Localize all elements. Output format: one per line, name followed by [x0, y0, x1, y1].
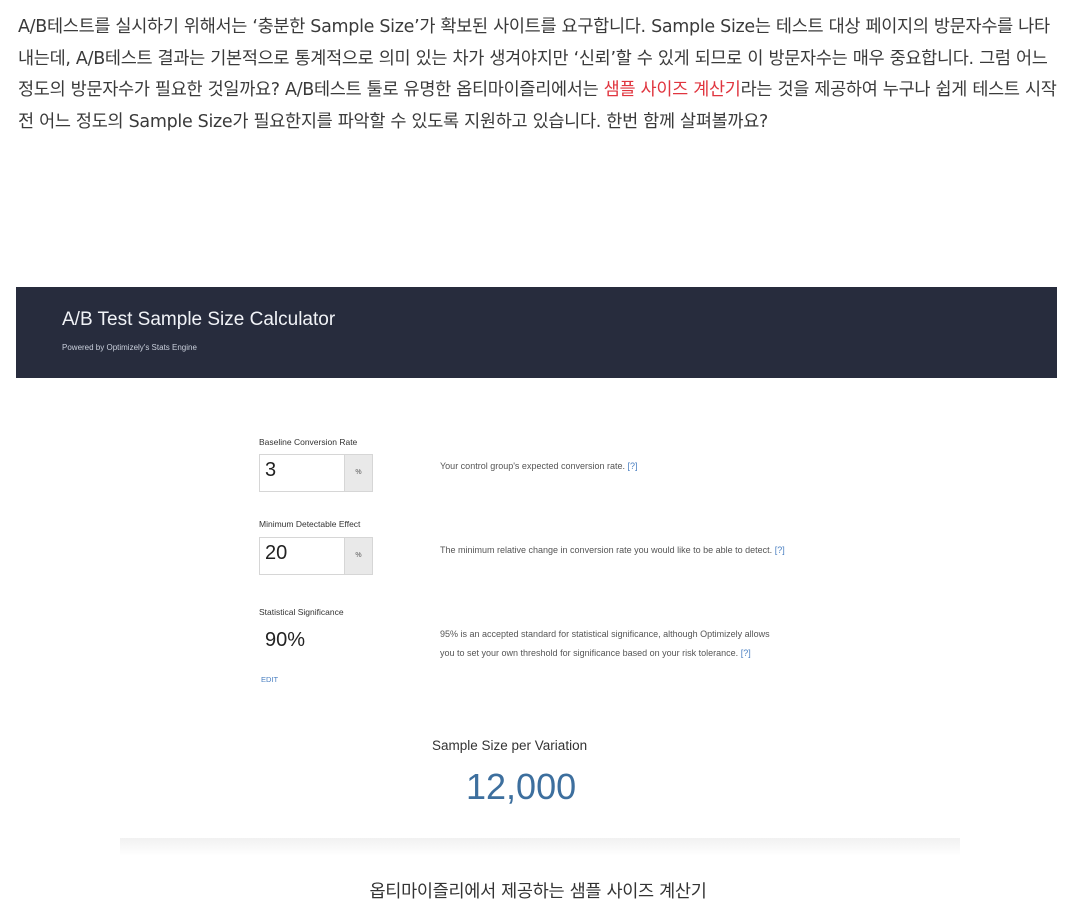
mde-description: The minimum relative change in conversio… — [440, 541, 785, 560]
calculator-header: A/B Test Sample Size Calculator Powered … — [16, 287, 1057, 378]
sample-size-calculator-link[interactable]: 샘플 사이즈 계산기 — [604, 80, 741, 100]
mde-help-link[interactable]: [?] — [775, 545, 785, 555]
significance-description: 95% is an accepted standard for statisti… — [440, 625, 785, 663]
calculator-subtitle: Powered by Optimizely's Stats Engine — [62, 343, 197, 352]
baseline-description-text: Your control group's expected conversion… — [440, 461, 625, 471]
mde-label: Minimum Detectable Effect — [259, 519, 361, 529]
intro-paragraph: A/B테스트를 실시하기 위해서는 ‘충분한 Sample Size’가 확보된… — [18, 12, 1058, 138]
significance-help-link[interactable]: [?] — [741, 648, 751, 658]
significance-description-text: 95% is an accepted standard for statisti… — [440, 629, 770, 658]
mde-unit: % — [344, 538, 372, 574]
image-caption: 옵티마이즐리에서 제공하는 샘플 사이즈 계산기 — [369, 882, 707, 902]
baseline-input[interactable]: 3 — [260, 455, 344, 491]
mde-input[interactable]: 20 — [260, 538, 344, 574]
baseline-input-group[interactable]: 3 % — [259, 454, 373, 492]
significance-label: Statistical Significance — [259, 607, 344, 617]
image-shadow — [120, 838, 960, 856]
result-label: Sample Size per Variation — [432, 738, 588, 753]
calculator-screenshot: A/B Test Sample Size Calculator Powered … — [16, 287, 1057, 842]
baseline-help-link[interactable]: [?] — [628, 461, 638, 471]
significance-edit-link[interactable]: EDIT — [261, 675, 278, 684]
result-value: 12,000 — [466, 766, 577, 807]
baseline-label: Baseline Conversion Rate — [259, 437, 358, 447]
mde-description-text: The minimum relative change in conversio… — [440, 545, 773, 555]
baseline-unit: % — [344, 455, 372, 491]
baseline-description: Your control group's expected conversion… — [440, 457, 785, 476]
calculator-title: A/B Test Sample Size Calculator — [62, 309, 336, 330]
mde-input-group[interactable]: 20 % — [259, 537, 373, 575]
significance-value: 90% — [265, 629, 306, 651]
